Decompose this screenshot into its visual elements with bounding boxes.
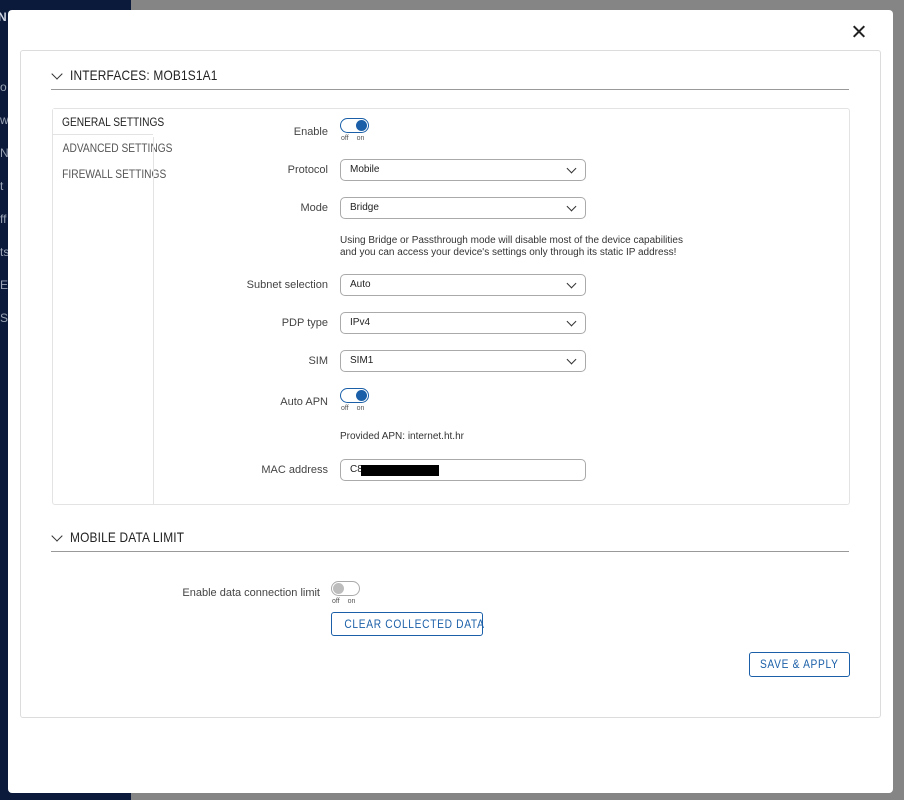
section-title: MOBILE DATA LIMIT	[70, 529, 185, 545]
chevron-down-icon	[566, 201, 577, 212]
subnet-selection-select[interactable]: Auto	[340, 274, 586, 296]
settings-tabs: GENERAL SETTINGS ADVANCED SETTINGS FIREW…	[53, 109, 173, 187]
chevron-down-icon	[51, 529, 63, 542]
chevron-down-icon	[566, 278, 577, 289]
auto-apn-label: Auto APN	[280, 396, 328, 408]
protocol-label: Protocol	[287, 164, 328, 176]
bg-fragment: S	[0, 311, 9, 325]
mode-row: Mode Bridge	[153, 197, 853, 227]
bg-fragment: E	[0, 278, 9, 292]
subnet-selection-label: Subnet selection	[246, 279, 328, 291]
toggle-off-label: off	[341, 405, 349, 412]
bg-fragment: o	[0, 80, 7, 94]
toggle-knob	[333, 583, 344, 594]
interface-settings-dialog: INTERFACES: MOB1S1A1 GENERAL SETTINGS AD…	[8, 10, 893, 793]
tab-advanced-settings[interactable]: ADVANCED SETTINGS	[53, 135, 173, 161]
section-title: INTERFACES: MOB1S1A1	[70, 67, 218, 83]
toggle-knob	[356, 390, 367, 401]
mac-address-row: MAC address C8	[153, 459, 853, 489]
settings-panel: GENERAL SETTINGS ADVANCED SETTINGS FIREW…	[52, 108, 850, 505]
data-limit-label: Enable data connection limit	[182, 587, 320, 599]
mac-address-label: MAC address	[261, 464, 328, 476]
pdp-type-label: PDP type	[281, 317, 328, 329]
provided-apn-text: Provided APN: internet.ht.hr	[340, 431, 464, 442]
sim-label: SIM	[308, 355, 328, 367]
enable-label: Enable	[293, 126, 328, 138]
protocol-value: Mobile	[350, 164, 380, 175]
mode-note-line: Using Bridge or Passthrough mode will di…	[340, 235, 683, 246]
mode-value: Bridge	[350, 202, 379, 213]
sim-select[interactable]: SIM1	[340, 350, 586, 372]
chevron-down-icon	[566, 354, 577, 365]
pdp-type-row: PDP type IPv4	[153, 312, 853, 342]
subnet-selection-row: Subnet selection Auto	[153, 274, 853, 304]
enable-toggle[interactable]	[340, 118, 369, 133]
toggle-knob	[356, 120, 367, 131]
enable-row: Enable off on	[153, 118, 853, 148]
mobile-data-limit-section-header[interactable]: MOBILE DATA LIMIT	[51, 529, 849, 552]
sim-value: SIM1	[350, 355, 374, 366]
toggle-on-label: on	[356, 405, 365, 412]
mode-warning-note: Using Bridge or Passthrough mode will di…	[340, 235, 683, 259]
protocol-select[interactable]: Mobile	[340, 159, 586, 181]
mode-select[interactable]: Bridge	[340, 197, 586, 219]
mac-address-input[interactable]: C8	[340, 459, 586, 481]
mode-label: Mode	[300, 202, 328, 214]
toggle-on-label: on	[347, 598, 356, 605]
save-apply-button[interactable]: SAVE & APPLY	[749, 652, 850, 677]
bg-fragment: t	[0, 179, 4, 193]
tab-firewall-settings[interactable]: FIREWALL SETTINGS	[53, 161, 166, 187]
dialog-card: INTERFACES: MOB1S1A1 GENERAL SETTINGS AD…	[20, 50, 881, 718]
interfaces-section-header[interactable]: INTERFACES: MOB1S1A1	[51, 67, 849, 90]
chevron-down-icon	[566, 316, 577, 327]
toggle-off-label: off	[341, 135, 349, 142]
close-icon[interactable]	[849, 22, 869, 42]
auto-apn-toggle[interactable]	[340, 388, 369, 403]
clear-collected-data-button[interactable]: CLEAR COLLECTED DATA	[331, 612, 484, 636]
sim-row: SIM SIM1	[153, 350, 853, 380]
bg-fragment: N	[0, 10, 7, 24]
toggle-off-label: off	[332, 598, 340, 605]
bg-fragment: ff	[0, 212, 7, 226]
mode-note-line: and you can access your device's setting…	[340, 247, 677, 258]
auto-apn-row: Auto APN off on	[153, 388, 853, 418]
pdp-type-select[interactable]: IPv4	[340, 312, 586, 334]
protocol-row: Protocol Mobile	[153, 159, 853, 189]
tab-general-settings[interactable]: GENERAL SETTINGS	[53, 109, 164, 135]
pdp-type-value: IPv4	[350, 317, 371, 328]
data-limit-row: Enable data connection limit off on	[21, 579, 882, 609]
data-limit-toggle[interactable]	[331, 581, 360, 596]
chevron-down-icon	[566, 163, 577, 174]
redaction-bar	[361, 465, 439, 476]
subnet-value: Auto	[350, 279, 371, 290]
chevron-down-icon	[51, 67, 63, 80]
toggle-on-label: on	[356, 135, 365, 142]
